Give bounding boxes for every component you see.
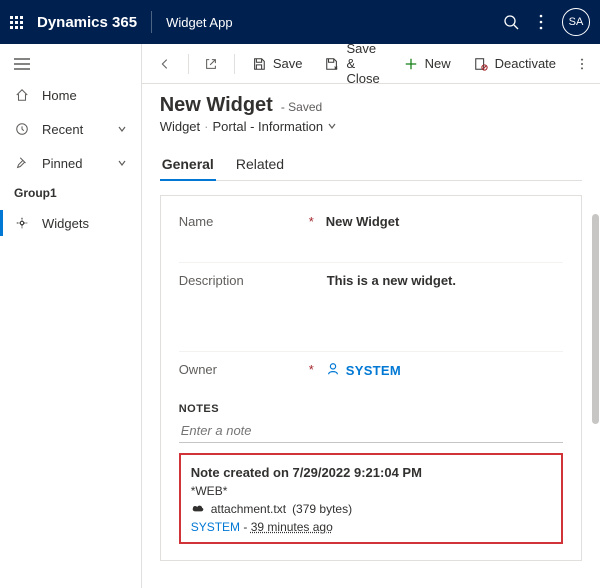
save-icon: [251, 56, 267, 72]
command-bar: Save Save & Close New Deactivate: [142, 44, 600, 84]
sidebar-item-label: Home: [42, 88, 127, 103]
sidebar-item-label: Pinned: [42, 156, 117, 171]
scrollbar[interactable]: [592, 214, 599, 424]
site-map: Home Recent Pinned Group1 Widgets: [0, 44, 142, 588]
product-brand: Dynamics 365: [37, 14, 137, 31]
separator: -: [243, 520, 250, 534]
sitemap-toggle-icon[interactable]: [0, 50, 141, 78]
plus-icon: [403, 56, 419, 72]
tab-related[interactable]: Related: [234, 148, 286, 180]
recent-icon: [14, 121, 30, 137]
home-icon: [14, 87, 30, 103]
chevron-down-icon: [117, 156, 127, 171]
deactivate-label: Deactivate: [495, 56, 556, 71]
sidebar-item-recent[interactable]: Recent: [0, 112, 141, 146]
note-source: *WEB*: [191, 484, 551, 498]
more-icon[interactable]: [526, 7, 556, 37]
sidebar-item-widgets[interactable]: Widgets: [0, 206, 141, 240]
form-content: New Widget - Saved Widget · Portal - Inf…: [142, 84, 600, 588]
note-input[interactable]: [179, 419, 563, 443]
owner-label: Owner: [179, 362, 217, 377]
description-label: Description: [179, 273, 244, 288]
open-in-new-button[interactable]: [194, 48, 228, 80]
back-button[interactable]: [148, 48, 182, 80]
global-header: Dynamics 365 Widget App SA: [0, 0, 600, 44]
deactivate-button[interactable]: Deactivate: [463, 48, 566, 80]
notes-heading: NOTES: [179, 403, 563, 415]
form-tabs: General Related: [160, 148, 582, 181]
save-close-button[interactable]: Save & Close: [314, 48, 390, 80]
form-selector[interactable]: Portal - Information: [213, 119, 324, 134]
new-button[interactable]: New: [393, 48, 461, 80]
main-area: Save Save & Close New Deactivate: [142, 44, 600, 588]
pinned-icon: [14, 155, 30, 171]
new-label: New: [425, 56, 451, 71]
note-item: Note created on 7/29/2022 9:21:04 PM *WE…: [179, 453, 563, 544]
app-name: Widget App: [166, 15, 233, 30]
chevron-down-icon: [117, 122, 127, 137]
sidebar-group-label: Group1: [0, 180, 141, 206]
note-timestamp: 39 minutes ago: [251, 520, 333, 534]
chevron-down-icon[interactable]: [327, 119, 337, 134]
separator: ·: [204, 119, 208, 134]
attachment-link[interactable]: attachment.txt: [211, 502, 286, 516]
divider: [188, 54, 189, 74]
sidebar-item-label: Widgets: [42, 216, 127, 231]
description-field[interactable]: This is a new widget.: [327, 273, 456, 343]
save-button[interactable]: Save: [241, 48, 313, 80]
sidebar-item-pinned[interactable]: Pinned: [0, 146, 141, 180]
person-icon: [326, 362, 340, 379]
record-title: New Widget: [160, 94, 273, 117]
tab-general[interactable]: General: [160, 148, 216, 180]
divider: [151, 11, 152, 33]
note-title: Note created on 7/29/2022 9:21:04 PM: [191, 465, 551, 480]
name-label: Name: [179, 214, 214, 229]
note-author[interactable]: SYSTEM: [191, 520, 240, 534]
sidebar-item-home[interactable]: Home: [0, 78, 141, 112]
more-icon: [580, 57, 584, 71]
sidebar-item-label: Recent: [42, 122, 117, 137]
app-launcher-icon[interactable]: [10, 16, 23, 29]
cloud-icon: [191, 502, 205, 516]
entity-name: Widget: [160, 119, 200, 134]
general-section: Name * New Widget Description This is a …: [160, 195, 582, 561]
command-overflow-button[interactable]: [570, 48, 594, 80]
required-indicator: *: [309, 362, 314, 377]
owner-field[interactable]: SYSTEM: [326, 362, 401, 379]
deactivate-icon: [473, 56, 489, 72]
save-close-label: Save & Close: [346, 41, 380, 86]
save-close-icon: [324, 56, 340, 72]
attachment-size: (379 bytes): [292, 502, 352, 516]
required-indicator: *: [309, 214, 314, 229]
save-status: - Saved: [281, 100, 322, 114]
name-field[interactable]: New Widget: [326, 214, 400, 229]
owner-value: SYSTEM: [346, 363, 401, 378]
search-icon[interactable]: [496, 7, 526, 37]
save-label: Save: [273, 56, 303, 71]
divider: [234, 54, 235, 74]
widget-icon: [14, 215, 30, 231]
user-avatar[interactable]: SA: [562, 8, 590, 36]
